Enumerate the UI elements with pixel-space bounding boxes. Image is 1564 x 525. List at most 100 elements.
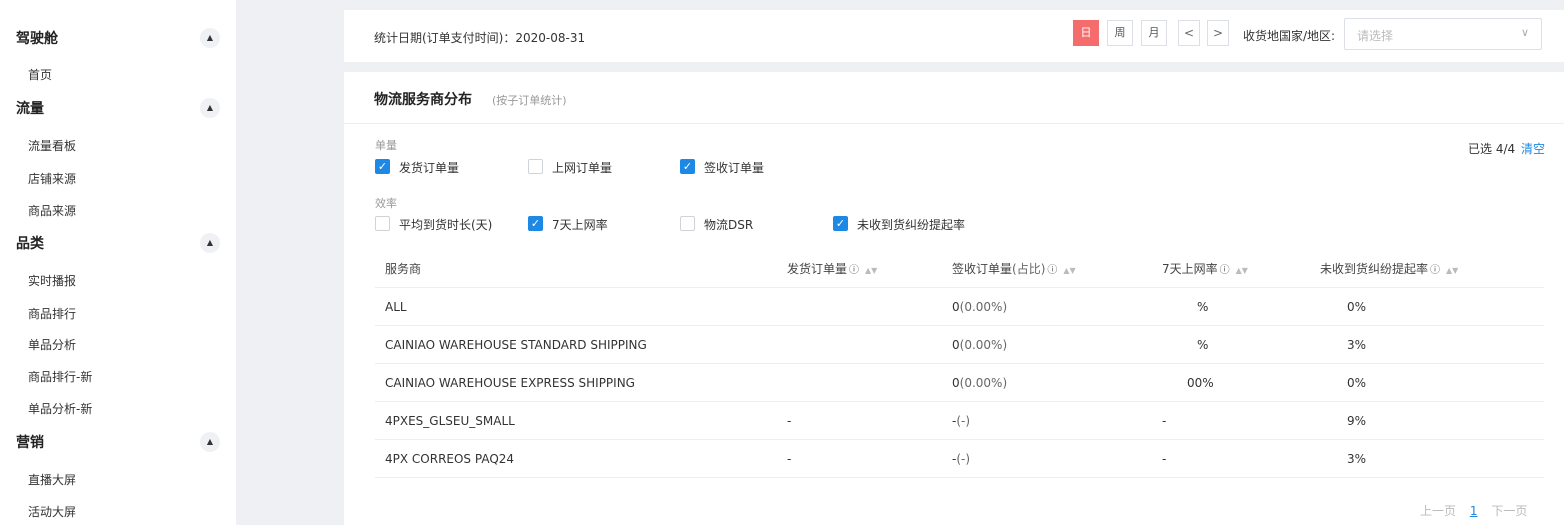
provider-name: CAINIAO WAREHOUSE EXPRESS SHIPPING	[385, 376, 635, 390]
collapse-toggle-icon[interactable]: ▲	[200, 432, 220, 452]
panel-title: 物流服务商分布	[374, 92, 472, 108]
sidebar-item-single-product-analysis-new[interactable]: 单品分析-新	[28, 400, 92, 417]
next-period-button[interactable]: >	[1207, 20, 1229, 46]
sidebar-item-live-report[interactable]: 实时播报	[28, 272, 76, 289]
sidebar-group-title: 流量	[16, 101, 44, 117]
sidebar-group-traffic[interactable]: 流量 ▲	[16, 96, 220, 120]
sidebar-group-title: 驾驶舱	[16, 31, 58, 47]
signed-value: 0(0.00%)	[952, 338, 1007, 352]
checkbox-label: 上网订单量	[552, 161, 613, 175]
help-icon[interactable]: ⓘ	[1220, 265, 1230, 276]
column-header-provider: 服务商	[385, 262, 422, 276]
sidebar-item-store-source[interactable]: 店铺来源	[28, 170, 76, 187]
sidebar-item-single-product-analysis[interactable]: 单品分析	[28, 336, 76, 353]
signed-share: (-)	[956, 414, 971, 428]
table-row: 4PXES_GLSEU_SMALL - -(-) - 9%	[375, 402, 1544, 440]
selected-count: 已选 4/4	[1468, 142, 1516, 156]
column-header-7day-rate[interactable]: 7天上网率 ⓘ ▲▼	[1162, 260, 1248, 277]
provider-name: CAINIAO WAREHOUSE STANDARD SHIPPING	[385, 338, 647, 352]
country-select[interactable]: 请选择 ∨	[1344, 18, 1542, 50]
sidebar-item-campaign-screen[interactable]: 活动大屏	[28, 503, 76, 520]
provider-name: 4PXES_GLSEU_SMALL	[385, 414, 515, 428]
table-row: 4PX CORREOS PAQ24 - -(-) - 3%	[375, 440, 1544, 478]
period-week-button[interactable]: 周	[1107, 20, 1133, 46]
logistics-panel: 物流服务商分布 (按子订单统计) 单量 ✓ 发货订单量 上网订单量 ✓ 签收订单…	[344, 72, 1564, 525]
table-row: CAINIAO WAREHOUSE STANDARD SHIPPING 0(0.…	[375, 326, 1544, 364]
dispute-value: 9%	[1347, 414, 1367, 428]
checkbox-label: 未收到货纠纷提起率	[857, 218, 966, 232]
table-row: ALL 0(0.00%) % 0%	[375, 288, 1544, 326]
sort-icon[interactable]: ▲▼	[1446, 266, 1458, 275]
signed-share: (-)	[956, 452, 971, 466]
collapse-toggle-icon[interactable]: ▲	[200, 233, 220, 253]
dispute-value: 3%	[1347, 338, 1367, 352]
column-header-label: 7天上网率	[1162, 262, 1218, 276]
signed-count: 0	[952, 338, 960, 352]
collapse-toggle-icon[interactable]: ▲	[200, 98, 220, 118]
sidebar-item-product-ranking[interactable]: 商品排行	[28, 305, 76, 322]
signed-count: 0	[952, 300, 960, 314]
period-day-button[interactable]: 日	[1073, 20, 1099, 46]
metric-group-label-volume: 单量	[375, 139, 397, 152]
sidebar-group-cockpit[interactable]: 驾驶舱 ▲	[16, 26, 220, 50]
rate7d-value: %	[1197, 300, 1209, 314]
dispute-value: 0%	[1347, 376, 1367, 390]
signed-value: 0(0.00%)	[952, 300, 1007, 314]
period-month-button[interactable]: 月	[1141, 20, 1167, 46]
clear-selection-link[interactable]: 清空	[1521, 140, 1545, 157]
sort-icon[interactable]: ▲▼	[865, 266, 877, 275]
sidebar-item-traffic-board[interactable]: 流量看板	[28, 137, 76, 154]
sidebar-group-title: 品类	[16, 236, 44, 252]
checkbox-box	[528, 159, 543, 174]
help-icon[interactable]: ⓘ	[849, 265, 859, 276]
rate7d-value: -	[1162, 414, 1167, 428]
provider-name: 4PX CORREOS PAQ24	[385, 452, 515, 466]
chevron-down-icon: ∨	[1520, 26, 1529, 39]
collapse-toggle-icon[interactable]: ▲	[200, 28, 220, 48]
rate7d-value: 00%	[1187, 376, 1214, 390]
column-header-dispute-rate[interactable]: 未收到货纠纷提起率 ⓘ ▲▼	[1320, 260, 1458, 277]
sidebar-item-product-ranking-new[interactable]: 商品排行-新	[28, 368, 92, 385]
shipped-value: -	[787, 452, 792, 466]
signed-value: -(-)	[952, 414, 970, 428]
column-header-shipped[interactable]: 发货订单量 ⓘ ▲▼	[787, 260, 877, 277]
sidebar-group-category[interactable]: 品类 ▲	[16, 231, 220, 255]
filter-bar: 统计日期(订单支付时间)：2020-08-31 日 周 月 < > 收货地国家/…	[344, 10, 1564, 62]
checkbox-label: 7天上网率	[552, 218, 608, 232]
column-header-signed[interactable]: 签收订单量(占比) ⓘ ▲▼	[952, 260, 1076, 277]
checkbox-label: 物流DSR	[704, 218, 754, 232]
column-header-label: 发货订单量	[787, 262, 848, 276]
sidebar-item-product-source[interactable]: 商品来源	[28, 202, 76, 219]
panel-header: 物流服务商分布 (按子订单统计)	[344, 72, 1564, 124]
sort-icon[interactable]: ▲▼	[1063, 266, 1075, 275]
metric-group-label-efficiency: 效率	[375, 197, 397, 210]
prev-period-button[interactable]: <	[1178, 20, 1200, 46]
sidebar-group-marketing[interactable]: 营销 ▲	[16, 430, 220, 454]
dispute-value: 0%	[1347, 300, 1367, 314]
sort-icon[interactable]: ▲▼	[1236, 266, 1248, 275]
checkbox-label: 平均到货时长(天)	[399, 218, 493, 232]
check-icon: ✓	[528, 216, 543, 231]
table-row: CAINIAO WAREHOUSE EXPRESS SHIPPING 0(0.0…	[375, 364, 1544, 402]
pager-next-button[interactable]: 下一页	[1491, 504, 1527, 518]
column-header-label: 未收到货纠纷提起率	[1320, 262, 1429, 276]
checkbox-box	[375, 216, 390, 231]
checkbox-box	[680, 216, 695, 231]
pager-current-page[interactable]: 1	[1470, 504, 1478, 518]
rate7d-value: %	[1197, 338, 1209, 352]
help-icon[interactable]: ⓘ	[1430, 265, 1440, 276]
stat-date-label: 统计日期(订单支付时间)：2020-08-31	[374, 31, 586, 45]
help-icon[interactable]: ⓘ	[1047, 265, 1057, 276]
sidebar-item-live-screen[interactable]: 直播大屏	[28, 471, 76, 488]
column-header-share-label: (占比)	[1012, 262, 1046, 276]
table-header-row: 服务商 发货订单量 ⓘ ▲▼ 签收订单量(占比) ⓘ ▲▼ 7天上网率 ⓘ ▲▼ 未收到货纠…	[375, 248, 1544, 288]
pagination: 上一页 1 下一页	[1420, 502, 1527, 519]
signed-value: 0(0.00%)	[952, 376, 1007, 390]
pager-prev-button[interactable]: 上一页	[1420, 504, 1456, 518]
provider-name: ALL	[385, 300, 407, 314]
signed-share: (0.00%)	[959, 338, 1008, 352]
sidebar-item-home[interactable]: 首页	[28, 66, 52, 83]
panel-subtitle: (按子订单统计)	[492, 94, 567, 107]
country-select-placeholder: 请选择	[1357, 29, 1394, 43]
check-icon: ✓	[680, 159, 695, 174]
